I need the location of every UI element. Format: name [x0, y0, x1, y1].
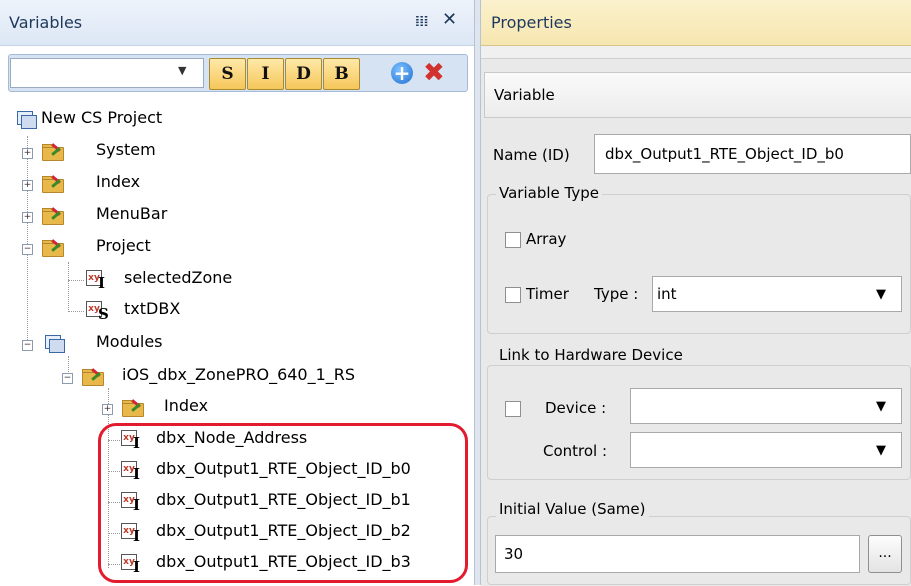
pin-icon[interactable]: 𝍖: [415, 12, 428, 30]
properties-panel-title: Properties: [491, 13, 572, 32]
collapse-icon[interactable]: −: [22, 244, 33, 255]
variable-type-group: [487, 194, 911, 334]
type-value: int: [657, 285, 677, 303]
variables-panel-title: Variables: [9, 13, 83, 32]
tree-item-txtdbx[interactable]: txtDBX: [124, 299, 180, 318]
tree-item-modules[interactable]: Modules: [96, 332, 163, 351]
delete-icon[interactable]: ✖: [423, 58, 445, 88]
tree-item-index[interactable]: Index: [96, 172, 140, 191]
tree-line: [68, 262, 69, 312]
double-filter-button[interactable]: D: [285, 58, 322, 90]
name-label: Name (ID): [493, 146, 570, 164]
timer-label: Timer: [526, 285, 569, 303]
integer-filter-button[interactable]: I: [247, 58, 284, 90]
add-icon[interactable]: +: [391, 62, 413, 84]
hardware-link-group-title: Link to Hardware Device: [496, 346, 686, 364]
initial-value-field[interactable]: 30: [495, 535, 860, 573]
tree-item-menubar[interactable]: MenuBar: [96, 204, 167, 223]
folder-icon: [40, 174, 64, 193]
folder-icon: [40, 142, 64, 161]
hardware-link-checkbox[interactable]: [505, 401, 521, 417]
tree-item-project[interactable]: Project: [96, 236, 151, 255]
collapse-icon[interactable]: −: [62, 373, 73, 384]
timer-checkbox[interactable]: [505, 287, 521, 303]
string-filter-button[interactable]: S: [209, 58, 246, 90]
chevron-down-icon[interactable]: ▼: [870, 287, 892, 302]
tree-line: [68, 280, 84, 281]
variable-filter-combo[interactable]: [10, 58, 204, 88]
boolean-filter-button[interactable]: B: [323, 58, 360, 90]
panel-splitter[interactable]: [474, 0, 481, 585]
expand-icon[interactable]: +: [22, 212, 33, 223]
chevron-down-icon[interactable]: ▼: [870, 399, 892, 414]
close-icon[interactable]: ✕: [442, 9, 457, 30]
tree-line: [27, 136, 28, 346]
chevron-down-icon[interactable]: ▼: [870, 443, 892, 458]
name-value: dbx_Output1_RTE_Object_ID_b0: [605, 145, 844, 163]
folder-icon: [40, 238, 64, 257]
expand-icon[interactable]: +: [22, 148, 33, 159]
browse-button[interactable]: ...: [868, 535, 902, 573]
tree-item-root[interactable]: New CS Project: [41, 108, 162, 127]
chevron-down-icon[interactable]: ▼: [178, 64, 186, 77]
initial-value: 30: [504, 545, 524, 563]
device-select[interactable]: [630, 388, 902, 424]
highlight-annotation: [98, 423, 468, 583]
expand-icon[interactable]: +: [102, 404, 113, 415]
initial-value-group-title: Initial Value (Same): [496, 500, 649, 518]
tree-item-module[interactable]: iOS_dbx_ZonePRO_640_1_RS: [122, 365, 355, 384]
integer-variable-icon: xy I: [86, 270, 110, 292]
variable-type-group-title: Variable Type: [496, 184, 602, 202]
name-field[interactable]: dbx_Output1_RTE_Object_ID_b0: [594, 134, 911, 174]
type-select[interactable]: int: [652, 276, 902, 312]
tree-item-module-index[interactable]: Index: [164, 396, 208, 415]
collapse-icon[interactable]: −: [22, 340, 33, 351]
device-label: Device :: [545, 399, 607, 417]
type-label: Type :: [594, 285, 639, 303]
module-group-icon: [44, 334, 65, 353]
variable-section-label: Variable: [494, 86, 555, 104]
tree-line: [68, 311, 84, 312]
expand-icon[interactable]: +: [22, 180, 33, 191]
string-variable-icon: xy S: [86, 301, 110, 323]
module-folder-icon: [80, 367, 104, 386]
project-icon: [16, 110, 37, 129]
tree-item-selectedzone[interactable]: selectedZone: [124, 268, 232, 287]
control-select[interactable]: [630, 432, 902, 468]
folder-icon: [120, 398, 144, 417]
control-label: Control :: [543, 442, 608, 460]
folder-icon: [40, 206, 64, 225]
tree-item-system[interactable]: System: [96, 140, 156, 159]
array-label: Array: [526, 230, 567, 248]
array-checkbox[interactable]: [505, 232, 521, 248]
